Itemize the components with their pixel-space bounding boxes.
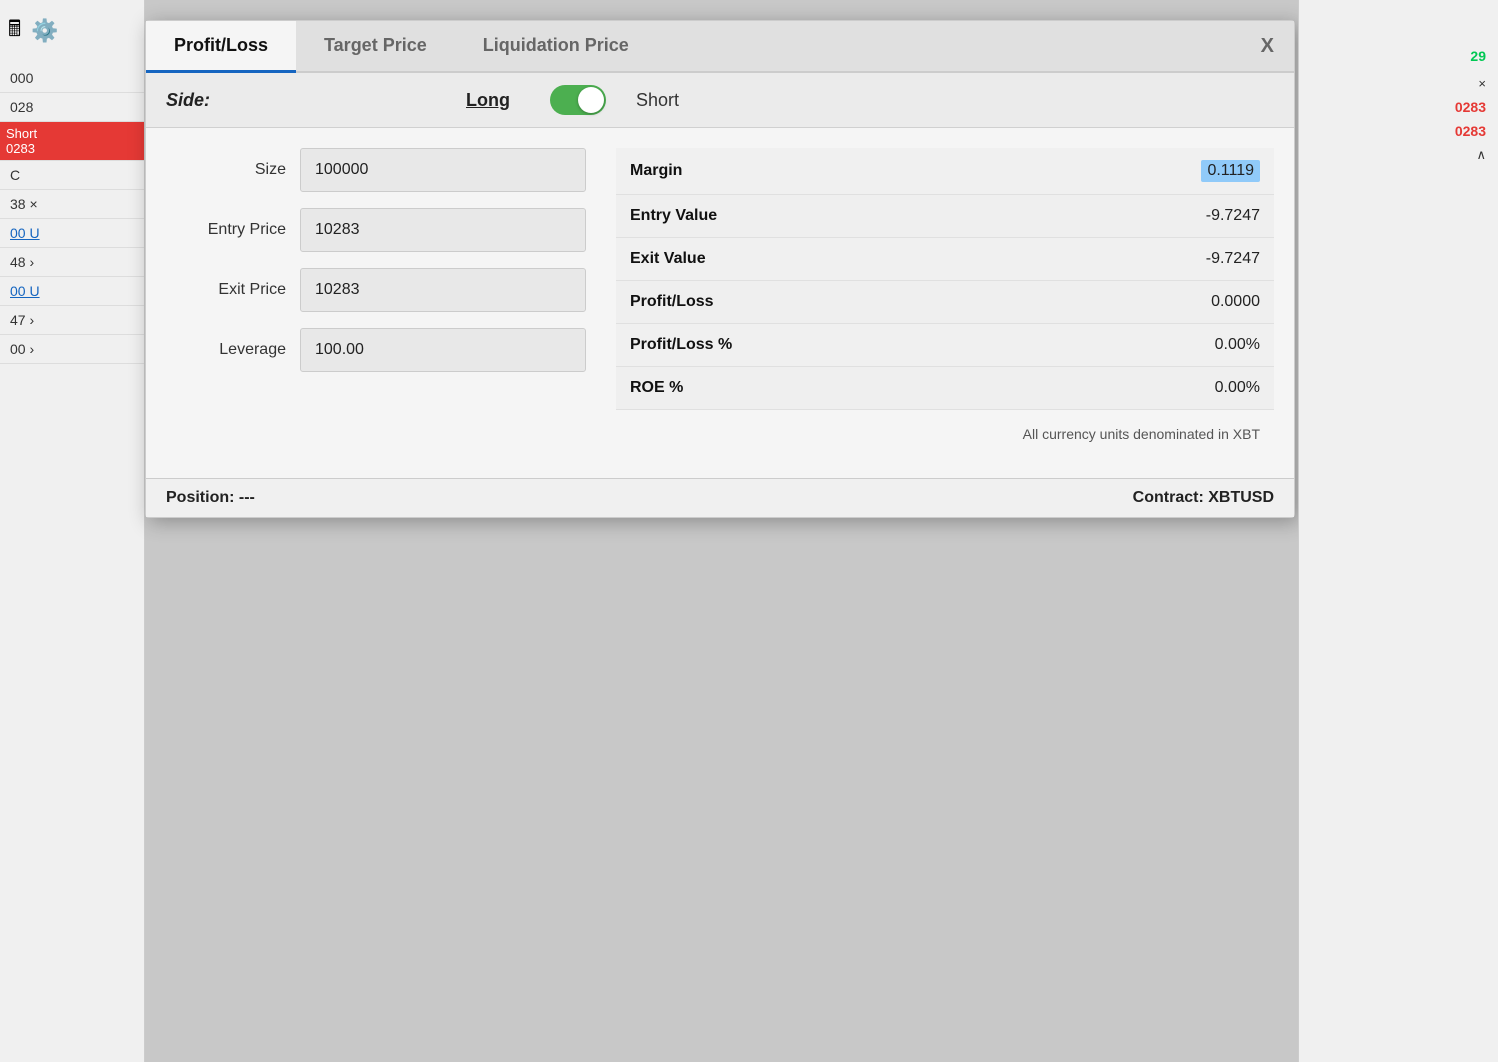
exit-value-label: Exit Value [630,250,706,268]
gear-icon[interactable]: ⚙️ [31,18,58,44]
close-button[interactable]: X [1241,21,1294,71]
content-area: Size Entry Price Exit Price Leverage Mar… [146,128,1294,478]
sidebar-icons: 🖩 ⚙️ [0,8,67,54]
entry-price-input[interactable] [300,208,586,252]
sidebar-value-short: Short0283 [0,122,144,161]
right-value-2: 0283 [1443,95,1498,119]
position-value: --- [239,489,255,506]
tab-target-price[interactable]: Target Price [296,21,455,73]
sidebar-value-3: C [0,161,144,190]
profit-loss-row: Profit/Loss 0.0000 [616,281,1274,324]
side-label: Side: [166,90,286,111]
sidebar-value-6: 48 › [0,248,144,277]
roe-pct-row: ROE % 0.00% [616,367,1274,410]
sidebar-value-5: 00 U [0,219,144,248]
entry-price-label: Entry Price [166,221,286,239]
sidebar-value-8: 47 › [0,306,144,335]
margin-label: Margin [630,162,682,180]
calculator-dialog: Profit/Loss Target Price Liquidation Pri… [145,20,1295,518]
roe-pct-value: 0.00% [1215,379,1260,397]
profit-loss-pct-value: 0.00% [1215,336,1260,354]
sidebar-value-4: 38 × [0,190,144,219]
toggle-knob [578,87,604,113]
exit-price-input[interactable] [300,268,586,312]
margin-value: 0.1119 [1201,160,1260,182]
position-display: Position: --- [166,489,255,507]
right-value-3: 0283 [1443,119,1498,143]
left-sidebar: 🖩 ⚙️ 000 028 Short0283 C 38 × 00 U 48 › … [0,0,145,1062]
entry-value-label: Entry Value [630,207,717,225]
profit-loss-value: 0.0000 [1211,293,1260,311]
right-panel: 29 × 0283 0283 ∧ [1298,0,1498,1062]
sidebar-value-1: 000 [0,64,144,93]
leverage-input[interactable] [300,328,586,372]
contract-value: XBTUSD [1208,489,1274,506]
inputs-column: Size Entry Price Exit Price Leverage [166,148,586,458]
size-label: Size [166,161,286,179]
contract-display: Contract: XBTUSD [1133,489,1274,507]
tab-bar: Profit/Loss Target Price Liquidation Pri… [146,21,1294,73]
calculator-icon[interactable]: 🖩 [8,12,21,50]
sidebar-value-2: 028 [0,93,144,122]
exit-value-value: -9.7247 [1206,250,1260,268]
exit-value-row: Exit Value -9.7247 [616,238,1274,281]
leverage-label: Leverage [166,341,286,359]
right-arrow-up: ∧ [1464,143,1498,167]
side-row: Side: Long Short [146,73,1294,128]
right-value-1: 29 [1458,40,1498,72]
roe-pct-label: ROE % [630,379,683,397]
profit-loss-pct-row: Profit/Loss % 0.00% [616,324,1274,367]
size-input[interactable] [300,148,586,192]
entry-value-value: -9.7247 [1206,207,1260,225]
entry-value-row: Entry Value -9.7247 [616,195,1274,238]
side-toggle[interactable] [550,85,606,115]
sidebar-values: 000 028 Short0283 C 38 × 00 U 48 › 00 U … [0,64,144,364]
position-label: Position: [166,489,234,506]
currency-note: All currency units denominated in XBT [616,410,1274,458]
side-long-label[interactable]: Long [466,90,510,111]
profit-loss-label: Profit/Loss [630,293,714,311]
sidebar-value-7: 00 U [0,277,144,306]
tab-profit-loss[interactable]: Profit/Loss [146,21,296,73]
sidebar-value-9: 00 › [0,335,144,364]
right-x-label: × [1466,72,1498,95]
contract-label: Contract: [1133,489,1204,506]
footer: Position: --- Contract: XBTUSD [146,478,1294,517]
exit-price-row: Exit Price [166,268,586,312]
leverage-row: Leverage [166,328,586,372]
profit-loss-pct-label: Profit/Loss % [630,336,732,354]
tab-liquidation-price[interactable]: Liquidation Price [455,21,657,73]
entry-price-row: Entry Price [166,208,586,252]
exit-price-label: Exit Price [166,281,286,299]
margin-row: Margin 0.1119 [616,148,1274,195]
results-column: Margin 0.1119 Entry Value -9.7247 Exit V… [616,148,1274,458]
size-row: Size [166,148,586,192]
side-short-label: Short [636,90,679,111]
